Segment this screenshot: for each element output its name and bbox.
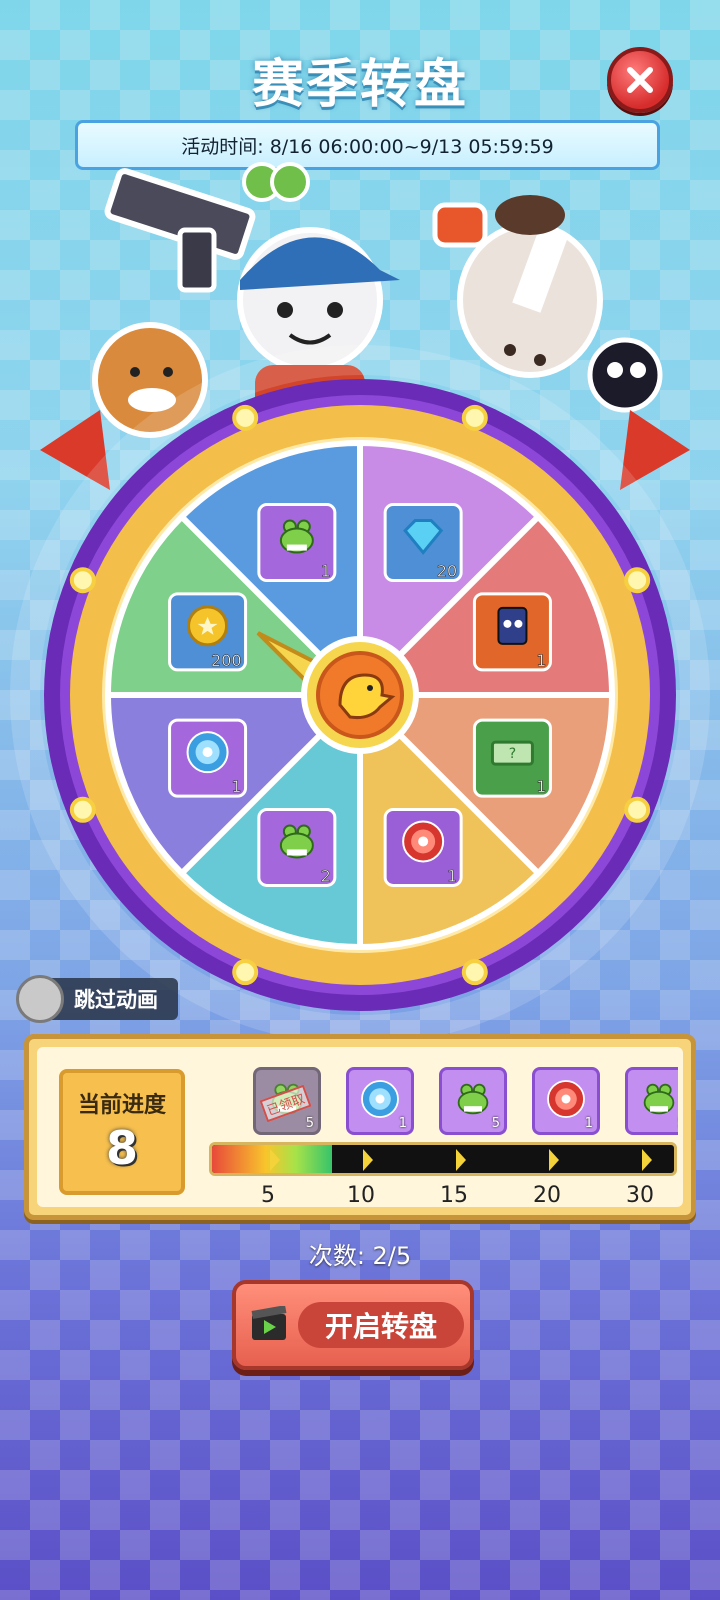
skip-animation-label: 跳过动画: [48, 978, 178, 1020]
start-spin-button[interactable]: 开启转盘: [232, 1280, 474, 1370]
progress-tick: 5: [261, 1183, 275, 1208]
current-progress-box: 当前进度 8: [59, 1069, 185, 1195]
milestone-reward[interactable]: 5: [439, 1067, 507, 1135]
spin-wheel: 20 1? 1 1 2 1 200 1: [40, 375, 680, 1015]
frog-plush-icon: [643, 1083, 675, 1115]
milestone-rewards: 5已领取 1 5 1 5: [223, 1067, 678, 1137]
start-spin-label: 开启转盘: [298, 1302, 464, 1348]
frog-hat-icon: [242, 162, 310, 202]
blue-ring-icon: [361, 1080, 399, 1118]
red-ring-icon: [547, 1080, 585, 1118]
progress-tick: 30: [626, 1183, 654, 1208]
progress-panel-inner: 当前进度 8 5已领取1515 510152030: [37, 1047, 683, 1208]
progress-tick: 15: [440, 1183, 468, 1208]
milestone-reward[interactable]: 1: [532, 1067, 600, 1135]
milestone-reward[interactable]: 1: [346, 1067, 414, 1135]
wheel-halo: [40, 375, 680, 1015]
close-button[interactable]: [607, 47, 673, 113]
skip-animation-toggle[interactable]: 跳过动画: [16, 975, 178, 1023]
milestone-qty: 5: [491, 1116, 500, 1131]
progress-chevron: [549, 1149, 559, 1171]
progress-bar: [209, 1142, 677, 1176]
progress-chevron: [270, 1149, 280, 1171]
milestone-reward[interactable]: 5: [625, 1067, 678, 1135]
milestone-qty: 5: [305, 1116, 314, 1131]
video-film-icon: [251, 1306, 287, 1340]
current-progress-label: 当前进度: [77, 1093, 166, 1118]
progress-chevron: [363, 1149, 373, 1171]
close-icon: [627, 67, 653, 93]
gun-icon: [104, 168, 256, 293]
progress-chevron: [456, 1149, 466, 1171]
progress-tick: 10: [347, 1183, 375, 1208]
spin-count: 次数: 2/5: [308, 1242, 412, 1270]
frog-plush-icon: [457, 1083, 489, 1115]
orange-pot-icon: [432, 202, 488, 248]
milestone-qty: 1: [398, 1116, 407, 1131]
milestone-reward[interactable]: 5 已领取: [253, 1067, 321, 1135]
current-progress-value: 8: [105, 1121, 138, 1175]
milestone-qty: 1: [584, 1116, 593, 1131]
progress-tick: 20: [533, 1183, 561, 1208]
progress-chevron: [642, 1149, 652, 1171]
progress-panel: 当前进度 8 5已领取1515 510152030: [24, 1034, 696, 1220]
toggle-knob[interactable]: [16, 975, 64, 1023]
